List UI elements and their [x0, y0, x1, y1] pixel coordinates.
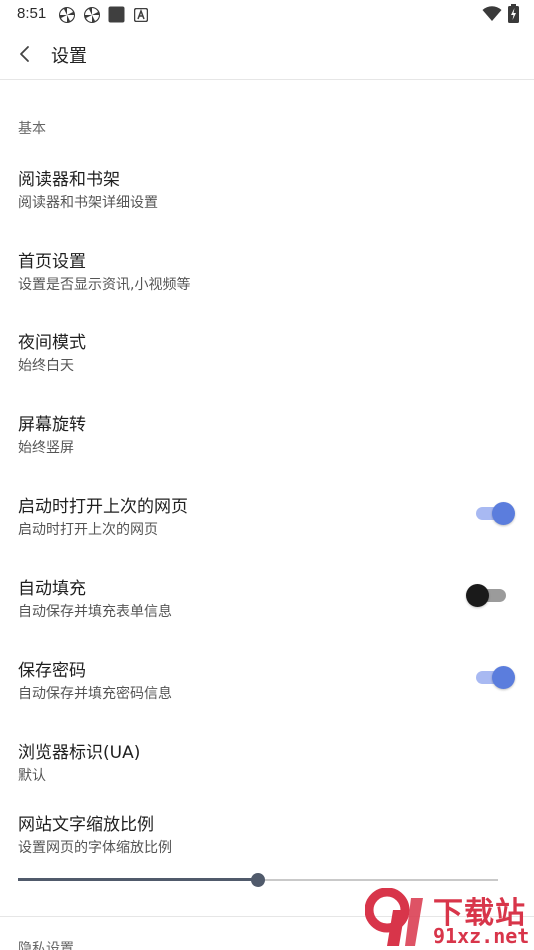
- setting-subtitle: 设置网页的字体缩放比例: [18, 840, 172, 856]
- setting-title: 保存密码: [18, 661, 86, 681]
- status-bar: 8:51: [0, 0, 534, 28]
- restore-last-page-toggle[interactable]: [474, 501, 515, 525]
- setting-restore-last-page[interactable]: 启动时打开上次的网页 启动时打开上次的网页: [0, 492, 534, 574]
- setting-reader-bookshelf[interactable]: 阅读器和书架 阅读器和书架详细设置: [0, 165, 534, 247]
- setting-title: 自动填充: [18, 579, 86, 599]
- status-time: 8:51: [17, 5, 47, 22]
- setting-user-agent[interactable]: 浏览器标识(UA) 默认: [0, 738, 534, 820]
- pinwheel-icon: [83, 6, 101, 24]
- a-badge-icon: [134, 8, 148, 22]
- section-header-basic: 基本: [18, 121, 46, 137]
- toggle-thumb: [492, 666, 515, 689]
- setting-font-scale: 网站文字缩放比例 设置网页的字体缩放比例: [0, 810, 534, 860]
- setting-subtitle: 启动时打开上次的网页: [18, 522, 158, 538]
- autofill-toggle[interactable]: [466, 583, 508, 607]
- slider-fill: [18, 878, 258, 881]
- setting-title: 网站文字缩放比例: [18, 815, 154, 835]
- setting-title: 屏幕旋转: [18, 415, 86, 435]
- slider-knob[interactable]: [251, 873, 265, 887]
- square-app-icon: [108, 6, 125, 23]
- toggle-thumb: [492, 502, 515, 525]
- setting-save-password[interactable]: 保存密码 自动保存并填充密码信息: [0, 656, 534, 738]
- setting-subtitle: 始终竖屏: [18, 440, 74, 456]
- watermark-url: 91xz.net: [433, 924, 530, 948]
- setting-subtitle: 默认: [18, 768, 46, 784]
- setting-screen-rotation[interactable]: 屏幕旋转 始终竖屏: [0, 410, 534, 492]
- setting-title: 夜间模式: [18, 333, 86, 353]
- back-button[interactable]: [12, 40, 40, 68]
- setting-subtitle: 自动保存并填充密码信息: [18, 686, 172, 702]
- toggle-thumb: [466, 584, 489, 607]
- page-title: 设置: [51, 46, 87, 67]
- wifi-icon: [482, 6, 502, 22]
- setting-autofill[interactable]: 自动填充 自动保存并填充表单信息: [0, 574, 534, 656]
- setting-title: 首页设置: [18, 252, 86, 272]
- font-scale-slider[interactable]: [18, 872, 498, 888]
- save-password-toggle[interactable]: [474, 665, 515, 689]
- setting-title: 浏览器标识(UA): [18, 743, 141, 763]
- watermark: 下载站 91xz.net: [365, 888, 530, 950]
- setting-title: 阅读器和书架: [18, 170, 120, 190]
- setting-subtitle: 自动保存并填充表单信息: [18, 604, 172, 620]
- setting-title: 启动时打开上次的网页: [18, 497, 188, 517]
- setting-subtitle: 设置是否显示资讯,小视频等: [18, 277, 191, 293]
- setting-night-mode[interactable]: 夜间模式 始终白天: [0, 328, 534, 410]
- setting-subtitle: 阅读器和书架详细设置: [18, 195, 158, 211]
- section-header-privacy: 隐私设置: [18, 941, 74, 950]
- toolbar: 设置: [0, 28, 534, 80]
- watermark-logo-icon: [365, 888, 423, 946]
- battery-charging-icon: [508, 4, 519, 23]
- setting-homepage[interactable]: 首页设置 设置是否显示资讯,小视频等: [0, 247, 534, 329]
- pinwheel-icon: [58, 6, 76, 24]
- chevron-left-icon: [20, 46, 29, 62]
- setting-subtitle: 始终白天: [18, 358, 74, 374]
